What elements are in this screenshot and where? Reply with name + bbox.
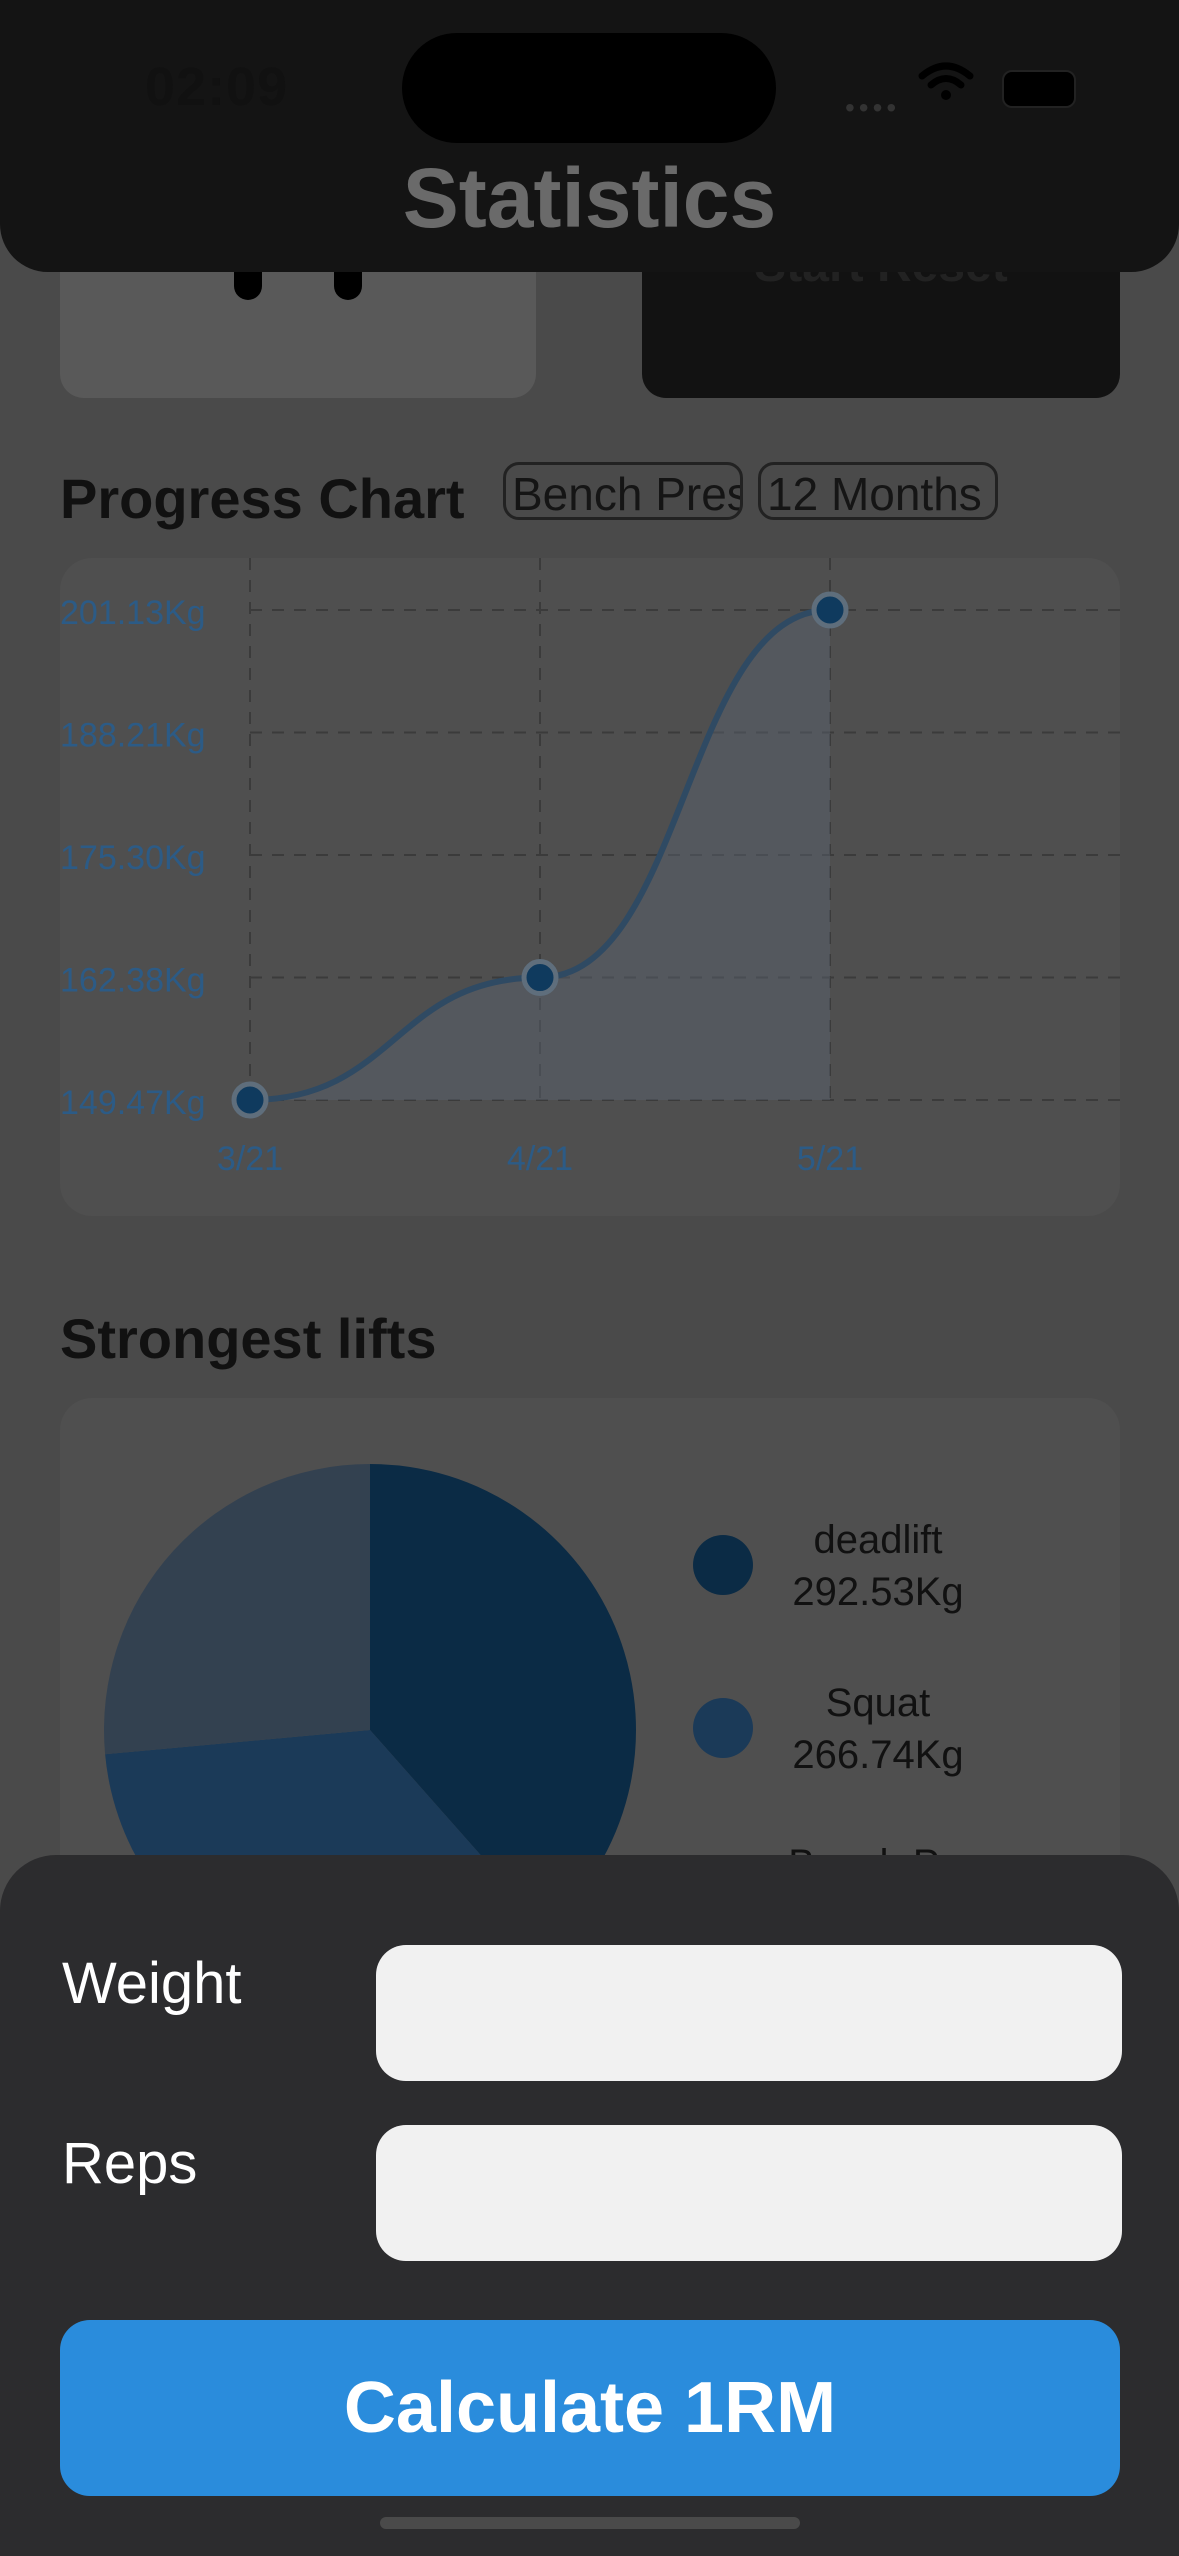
reps-input[interactable] [376, 2125, 1122, 2261]
weight-input[interactable] [376, 1945, 1122, 2081]
x-tick-label: 4/21 [507, 1140, 573, 1178]
legend-value: 266.74Kg [792, 1733, 964, 1777]
legend-value: 292.53Kg [792, 1570, 964, 1614]
reps-label: Reps [62, 2131, 198, 2196]
legend-name: Squat [825, 1681, 931, 1725]
x-tick-label: 5/21 [797, 1140, 863, 1178]
weight-label: Weight [62, 1951, 242, 2016]
legend-name: deadlift [813, 1518, 943, 1562]
data-point[interactable] [521, 959, 559, 997]
signal-icon: •••• [845, 92, 901, 123]
legend-item-squat: Squat 266.74Kg [758, 1677, 998, 1781]
progress-chart-title: Progress Chart [60, 467, 465, 530]
page-title: Statistics [402, 151, 777, 245]
exercise-filter-button[interactable]: Bench Press [503, 462, 743, 520]
y-tick-label: 162.38Kg [60, 962, 206, 1000]
status-time: 02:09 [145, 57, 289, 117]
y-tick-label: 201.13Kg [60, 594, 206, 632]
dynamic-island [402, 33, 776, 143]
legend-dot-squat [693, 1698, 753, 1758]
y-tick-label: 188.21Kg [60, 717, 206, 755]
strongest-lifts-title: Strongest lifts [60, 1307, 437, 1370]
period-filter-button[interactable]: 12 Months [758, 462, 998, 520]
progress-chart-card: 201.13Kg 188.21Kg 175.30Kg 162.38Kg 149.47Kg… [60, 558, 1120, 1216]
data-point[interactable] [231, 1081, 269, 1119]
data-point[interactable] [811, 591, 849, 629]
y-tick-label: 175.30Kg [60, 839, 206, 877]
progress-chart: 201.13Kg 188.21Kg 175.30Kg 162.38Kg 149.47Kg… [60, 558, 1120, 1178]
wifi-icon [918, 62, 974, 100]
y-tick-label: 149.47Kg [60, 1084, 206, 1122]
pie-slice-bench-press[interactable] [104, 1464, 370, 1755]
home-indicator [380, 2517, 800, 2529]
legend-dot-deadlift [693, 1535, 753, 1595]
calculate-1rm-button[interactable]: Calculate 1RM [60, 2320, 1120, 2496]
x-tick-label: 3/21 [217, 1140, 283, 1178]
legend-item-deadlift: deadlift 292.53Kg [758, 1514, 998, 1618]
battery-icon [1002, 70, 1076, 108]
